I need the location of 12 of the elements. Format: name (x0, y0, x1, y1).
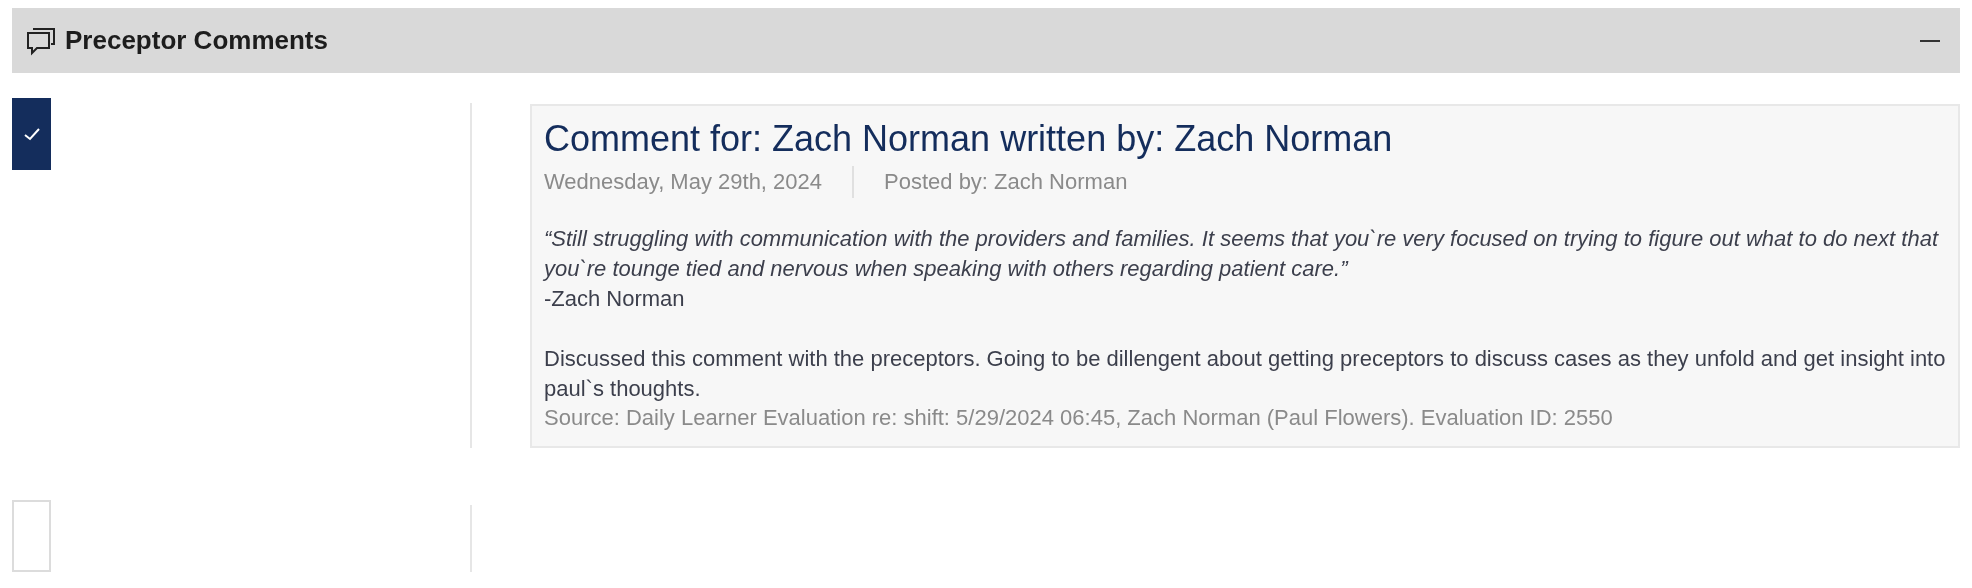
checkbox[interactable] (12, 500, 51, 572)
checkmark-icon (23, 127, 40, 141)
comment-title: Comment for: Zach Norman written by: Zach Norman (544, 118, 1394, 160)
panel-title: Preceptor Comments (65, 25, 329, 56)
posted-by: Posted by: Zach Norman (884, 169, 1128, 195)
comment-source: Source: Daily Learner Evaluation re: shift: 5/29/2024 06:45, Zach Norman (Paul Flowers). Evaluation ID: 2550 (544, 404, 1614, 432)
comment-note: Discussed this comment with the preceptors. Going to be dillengent about getting preceptors to discuss cases as they unfold and get insight into paul`s thoughts. (544, 345, 1946, 403)
comments-icon (26, 25, 57, 56)
comment-author: -Zach Norman (544, 285, 686, 313)
checkbox[interactable] (12, 98, 51, 170)
comment-quote: “Still struggling with communication with the providers and families. It seems that you`re very focused on trying to figure out what to do next that you`re tounge tied and nervous when speaking with others regarding patient care.” (544, 225, 1940, 283)
comment-date: Wednesday, May 29th, 2024 (544, 169, 823, 195)
